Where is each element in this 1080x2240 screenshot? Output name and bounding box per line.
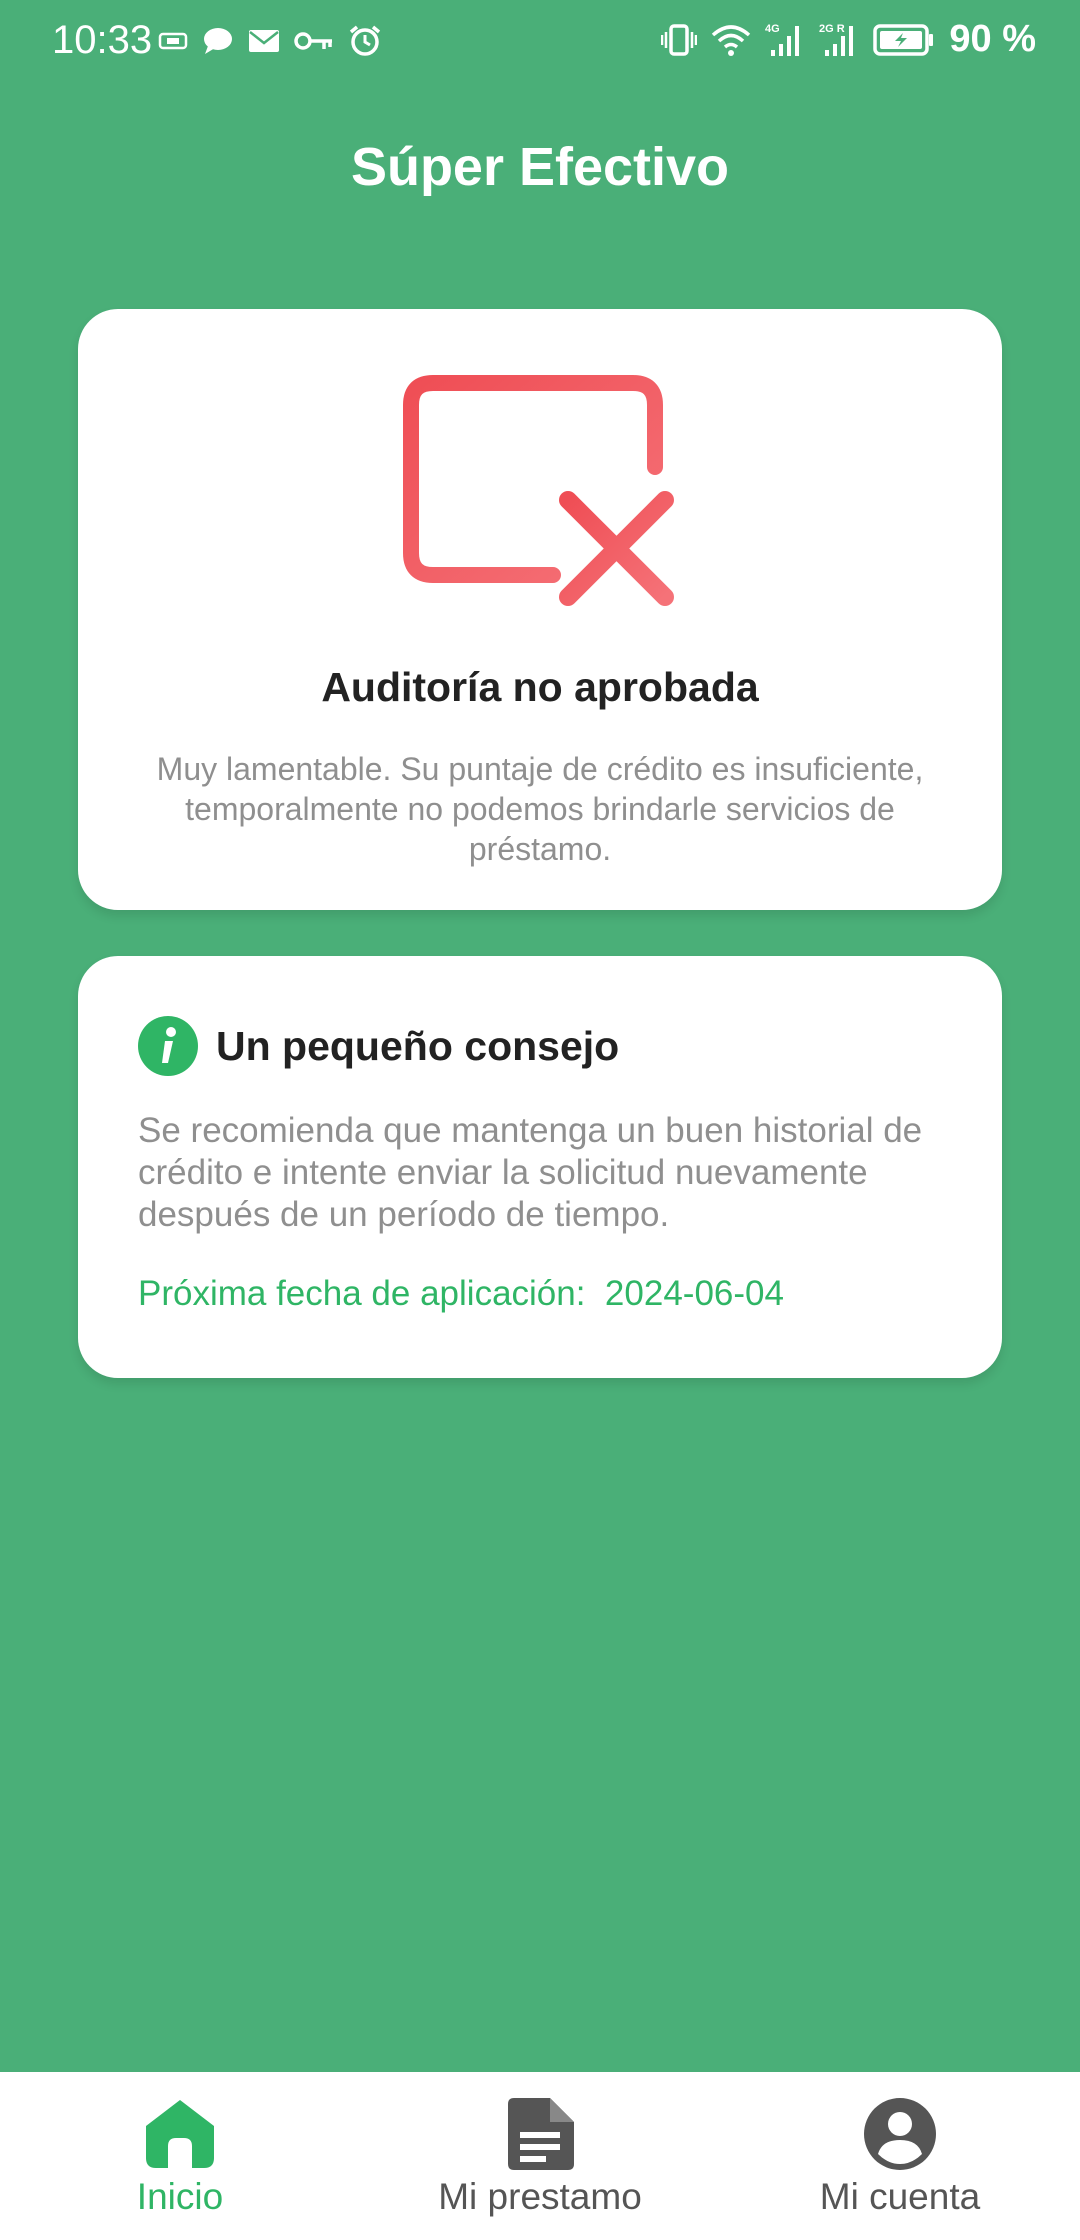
document-icon xyxy=(508,2098,574,2170)
wifi-icon xyxy=(712,24,751,56)
audit-result-title: Auditoría no aprobada xyxy=(321,664,759,710)
bottom-navigation: Inicio Mi prestamo Mi cuenta xyxy=(0,2072,1080,2240)
page-title: Súper Efectivo xyxy=(350,137,730,197)
signal-4g-icon: 4G xyxy=(765,23,800,56)
user-account-icon xyxy=(864,2098,936,2170)
rejected-card-icon xyxy=(403,375,674,606)
battery-percentage: 90 % xyxy=(949,18,1036,60)
sim-card-icon xyxy=(158,32,188,50)
audit-result-description: Muy lamentable. Su puntaje de crédito es… xyxy=(156,751,924,867)
nav-label-inicio: Inicio xyxy=(136,2176,224,2217)
system-status-icons: 4G 2G R 90 % xyxy=(661,18,1036,61)
status-bar: 10:33 4G 2G R 90 % xyxy=(0,0,1080,84)
audit-result-card: Auditoría no aprobada Muy lamentable. Su… xyxy=(78,309,1002,910)
nav-item-mi-prestamo[interactable]: Mi prestamo xyxy=(360,2072,720,2240)
tip-title: Un pequeño consejo xyxy=(216,1022,620,1069)
nav-item-inicio[interactable]: Inicio xyxy=(0,2072,360,2240)
alarm-icon xyxy=(349,25,381,56)
home-icon xyxy=(146,2100,214,2168)
key-icon xyxy=(294,32,332,50)
signal-2g-icon: 2G R xyxy=(819,23,854,56)
vibrate-icon xyxy=(661,23,698,56)
signal-4g-label: 4G xyxy=(765,23,780,35)
signal-2g-label: 2G R xyxy=(819,23,845,35)
chat-icon xyxy=(204,28,232,54)
tip-header: Un pequeño consejo xyxy=(138,1016,619,1076)
next-application-date-label: Próxima fecha de aplicación: xyxy=(138,1274,605,1313)
next-application-date: Próxima fecha de aplicación: 2024-06-04 xyxy=(138,1274,784,1314)
tip-card: Un pequeño consejo Se recomienda que man… xyxy=(78,956,1002,1378)
mail-icon xyxy=(249,30,279,52)
next-application-date-value: 2024-06-04 xyxy=(604,1274,784,1313)
nav-item-mi-cuenta[interactable]: Mi cuenta xyxy=(720,2072,1080,2240)
tip-body: Se recomienda que mantenga un buen histo… xyxy=(138,1111,923,1234)
info-icon xyxy=(138,1016,198,1076)
battery-charging-icon xyxy=(873,23,934,56)
nav-label-mi-cuenta: Mi cuenta xyxy=(819,2176,981,2217)
status-time: 10:33 xyxy=(52,18,153,62)
notification-icons xyxy=(158,24,382,58)
nav-label-mi-prestamo: Mi prestamo xyxy=(438,2176,642,2217)
